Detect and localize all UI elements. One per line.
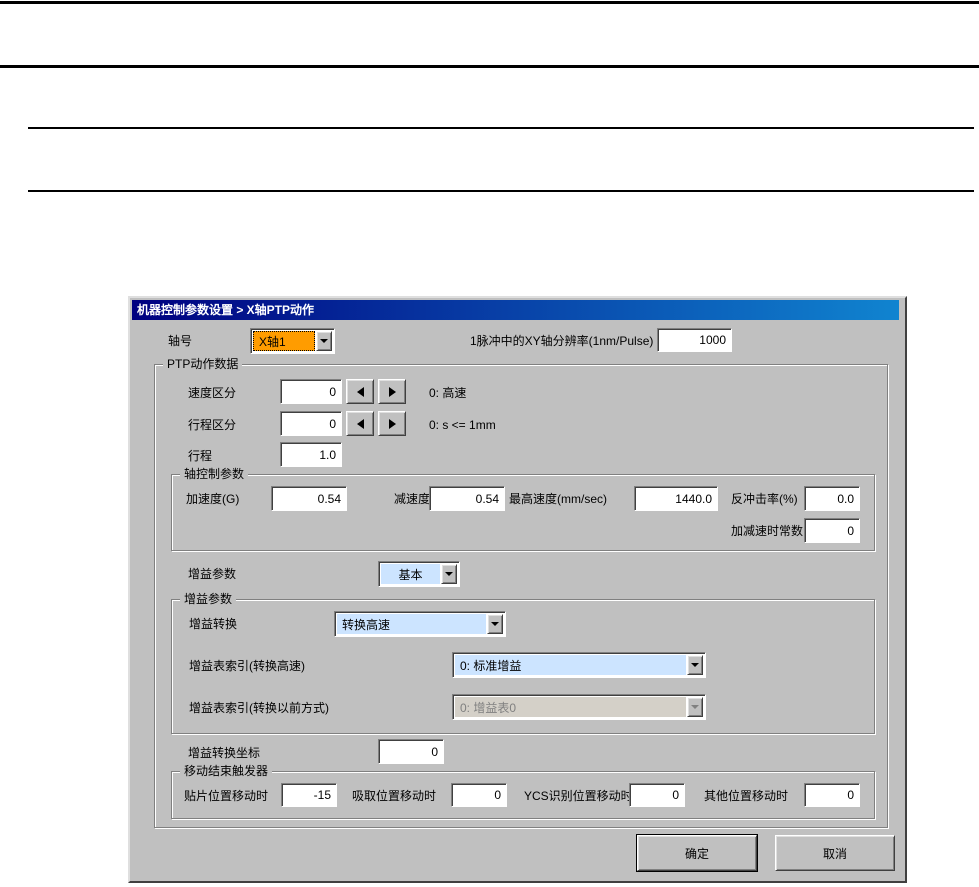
gain-table-old-value: 0: 增益表0 bbox=[455, 697, 686, 717]
gain-table-high-combo[interactable]: 0: 标准增益 bbox=[452, 652, 706, 678]
stroke-class-increment-button[interactable] bbox=[378, 411, 406, 436]
move-end-ycs-label: YCS识别位置移动时 bbox=[524, 789, 633, 803]
stroke-input[interactable]: 1.0 bbox=[280, 442, 342, 467]
move-end-group-title: 移动结束触发器 bbox=[180, 764, 272, 778]
stroke-class-decrement-button[interactable] bbox=[346, 411, 374, 436]
gain-param-combo[interactable]: 基本 bbox=[378, 561, 460, 587]
gain-table-old-label: 增益表索引(转换以前方式) bbox=[189, 701, 329, 715]
gain-param-value: 基本 bbox=[381, 564, 440, 584]
gain-table-old-combo: 0: 增益表0 bbox=[452, 694, 706, 720]
gain-switch-label: 增益转换 bbox=[189, 617, 237, 631]
gain-switch-value: 转换高速 bbox=[337, 614, 486, 634]
ptp-group-title: PTP动作数据 bbox=[163, 357, 242, 371]
arrow-right-icon bbox=[389, 387, 396, 397]
accel-time-const-label: 加减速时常数 bbox=[731, 524, 803, 538]
ok-button[interactable]: 确定 bbox=[637, 835, 757, 871]
stroke-label: 行程 bbox=[188, 449, 212, 463]
gain-param-dropdown-button[interactable] bbox=[441, 564, 457, 584]
speed-class-input[interactable]: 0 bbox=[280, 379, 342, 404]
speed-class-label: 速度区分 bbox=[188, 386, 236, 400]
stroke-class-hint: 0: s <= 1mm bbox=[429, 418, 496, 432]
gain-group: 增益参数 增益转换 转换高速 增益表索引(转换高速) 0: 标准增益 增益表索引… bbox=[171, 599, 875, 734]
axis-number-label: 轴号 bbox=[168, 334, 192, 348]
gain-table-high-label: 增益表索引(转换高速) bbox=[189, 659, 305, 673]
max-speed-label: 最高速度(mm/sec) bbox=[509, 492, 607, 506]
gain-table-high-value: 0: 标准增益 bbox=[455, 655, 686, 675]
page-rule-top-thick-2 bbox=[0, 65, 979, 68]
title-bar: 机器控制参数设置 > X轴PTP动作 bbox=[132, 300, 899, 320]
gain-switch-coord-input[interactable]: 0 bbox=[378, 739, 444, 764]
gain-switch-coord-label: 增益转换坐标 bbox=[188, 746, 260, 760]
max-speed-input[interactable]: 1440.0 bbox=[634, 486, 718, 511]
cancel-button[interactable]: 取消 bbox=[775, 835, 895, 871]
speed-class-hint: 0: 高速 bbox=[429, 386, 466, 400]
gain-param-label: 增益参数 bbox=[188, 567, 236, 581]
accel-input[interactable]: 0.54 bbox=[271, 486, 347, 511]
arrow-left-icon bbox=[357, 419, 364, 429]
move-end-other-input[interactable]: 0 bbox=[804, 783, 860, 807]
gain-switch-dropdown-button[interactable] bbox=[487, 614, 503, 634]
ptp-group: PTP动作数据 速度区分 0 0: 高速 行程区分 0 0: s <= 1mm … bbox=[154, 364, 888, 828]
gain-table-old-dropdown-button bbox=[687, 697, 703, 717]
stroke-class-label: 行程区分 bbox=[188, 418, 236, 432]
gain-switch-combo[interactable]: 转换高速 bbox=[334, 611, 506, 637]
speed-class-increment-button[interactable] bbox=[378, 379, 406, 404]
move-end-place-input[interactable]: -15 bbox=[281, 783, 337, 807]
anti-shock-label: 反冲击率(%) bbox=[731, 492, 798, 506]
dialog-window: 机器控制参数设置 > X轴PTP动作 轴号 X轴1 1脉冲中的XY轴分辨率(1n… bbox=[128, 296, 907, 883]
chevron-down-icon bbox=[691, 663, 699, 667]
page-rule-top-thick-1 bbox=[0, 1, 979, 4]
anti-shock-input[interactable]: 0.0 bbox=[804, 486, 860, 511]
move-end-other-label: 其他位置移动时 bbox=[704, 789, 788, 803]
accel-label: 加速度(G) bbox=[186, 492, 239, 506]
decel-input[interactable]: 0.54 bbox=[429, 486, 505, 511]
dialog-title: 机器控制参数设置 > X轴PTP动作 bbox=[137, 303, 314, 317]
resolution-label: 1脉冲中的XY轴分辨率(1nm/Pulse) bbox=[470, 334, 653, 348]
chevron-down-icon bbox=[320, 339, 328, 343]
page-rule-thin-1 bbox=[28, 127, 974, 129]
stroke-class-input[interactable]: 0 bbox=[280, 411, 342, 436]
resolution-input[interactable]: 1000 bbox=[657, 328, 732, 352]
accel-time-const-input[interactable]: 0 bbox=[804, 518, 860, 543]
gain-group-title: 增益参数 bbox=[180, 592, 236, 606]
axis-number-value: X轴1 bbox=[253, 331, 315, 351]
axis-control-group-title: 轴控制参数 bbox=[180, 467, 248, 481]
page-rule-thin-2 bbox=[28, 190, 974, 192]
move-end-group: 移动结束触发器 贴片位置移动时 -15 吸取位置移动时 0 YCS识别位置移动时… bbox=[171, 771, 875, 819]
chevron-down-icon bbox=[691, 705, 699, 709]
axis-control-group: 轴控制参数 加速度(G) 0.54 减速度(G) 0.54 最高速度(mm/se… bbox=[171, 474, 875, 551]
move-end-ycs-input[interactable]: 0 bbox=[629, 783, 685, 807]
axis-number-dropdown-button[interactable] bbox=[316, 331, 332, 351]
chevron-down-icon bbox=[445, 572, 453, 576]
move-end-pickup-label: 吸取位置移动时 bbox=[352, 789, 436, 803]
axis-number-combo[interactable]: X轴1 bbox=[250, 328, 335, 354]
move-end-place-label: 贴片位置移动时 bbox=[184, 789, 268, 803]
chevron-down-icon bbox=[491, 622, 499, 626]
arrow-left-icon bbox=[357, 387, 364, 397]
arrow-right-icon bbox=[389, 419, 396, 429]
move-end-pickup-input[interactable]: 0 bbox=[451, 783, 507, 807]
gain-table-high-dropdown-button[interactable] bbox=[687, 655, 703, 675]
speed-class-decrement-button[interactable] bbox=[346, 379, 374, 404]
